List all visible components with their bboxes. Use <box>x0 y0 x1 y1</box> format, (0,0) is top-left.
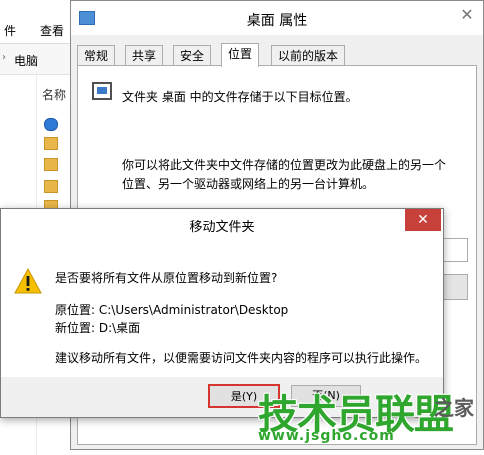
move-dialog-titlebar: 移动文件夹 ✕ <box>1 209 443 237</box>
explorer-address-bar[interactable]: › 电脑 <box>0 44 80 75</box>
move-advice: 建议移动所有文件，以便需要访问文件夹内容的程序可以执行此操作。 <box>55 351 428 365</box>
location-info-line: 你可以将此文件夹中文件存储的位置更改为此硬盘上的另一个 <box>122 158 447 172</box>
ribbon-tab-view[interactable]: 查看 <box>40 22 64 39</box>
watermark-home: 之家 <box>434 396 474 420</box>
watermark-site: www.jsgho.com <box>258 428 395 444</box>
new-location: 新位置: D:\桌面 <box>55 321 141 335</box>
close-icon[interactable]: ✕ <box>405 209 441 231</box>
explorer-ribbon: 件 查看 <box>0 0 80 44</box>
location-info-line: 位置、另一个驱动器或网络上的另一台计算机。 <box>122 177 375 191</box>
onedrive-icon <box>44 118 58 131</box>
warning-icon <box>14 267 42 294</box>
tab-location[interactable]: 位置 <box>221 43 260 67</box>
address-arrow-icon: › <box>2 52 6 63</box>
watermark: 技术员联盟 之家 www.jsgho.com <box>258 382 482 450</box>
tab-general[interactable]: 常规 <box>77 45 116 65</box>
properties-titlebar: 桌面 属性 ✕ <box>71 1 483 35</box>
folder-icon <box>44 158 58 171</box>
move-dialog-content: 是否要将所有文件从原位置移动到新位置? 原位置: C:\Users\Admini… <box>1 237 443 377</box>
ribbon-tab-file[interactable]: 件 <box>4 22 16 39</box>
folder-icon <box>44 137 58 150</box>
location-description: 文件夹 桌面 中的文件存储于以下目标位置。 <box>122 90 358 104</box>
tab-previous-versions[interactable]: 以前的版本 <box>271 45 346 65</box>
move-dialog-title: 移动文件夹 <box>189 220 255 235</box>
properties-tab-strip: 常规 共享 安全 位置 以前的版本 <box>77 43 477 67</box>
column-header-name[interactable]: 名称 <box>42 86 66 103</box>
tab-security[interactable]: 安全 <box>173 45 212 65</box>
original-location: 原位置: C:\Users\Administrator\Desktop <box>55 303 289 317</box>
move-question: 是否要将所有文件从原位置移动到新位置? <box>55 271 278 285</box>
breadcrumb[interactable]: 电脑 <box>14 52 38 69</box>
close-icon[interactable]: ✕ <box>451 1 483 29</box>
folder-icon <box>44 180 58 193</box>
location-info: 你可以将此文件夹中文件存储的位置更改为此硬盘上的另一个 位置、另一个驱动器或网络… <box>122 156 462 194</box>
properties-title: 桌面 属性 <box>246 13 308 29</box>
tab-sharing[interactable]: 共享 <box>125 45 164 65</box>
location-folder-icon <box>92 82 112 100</box>
